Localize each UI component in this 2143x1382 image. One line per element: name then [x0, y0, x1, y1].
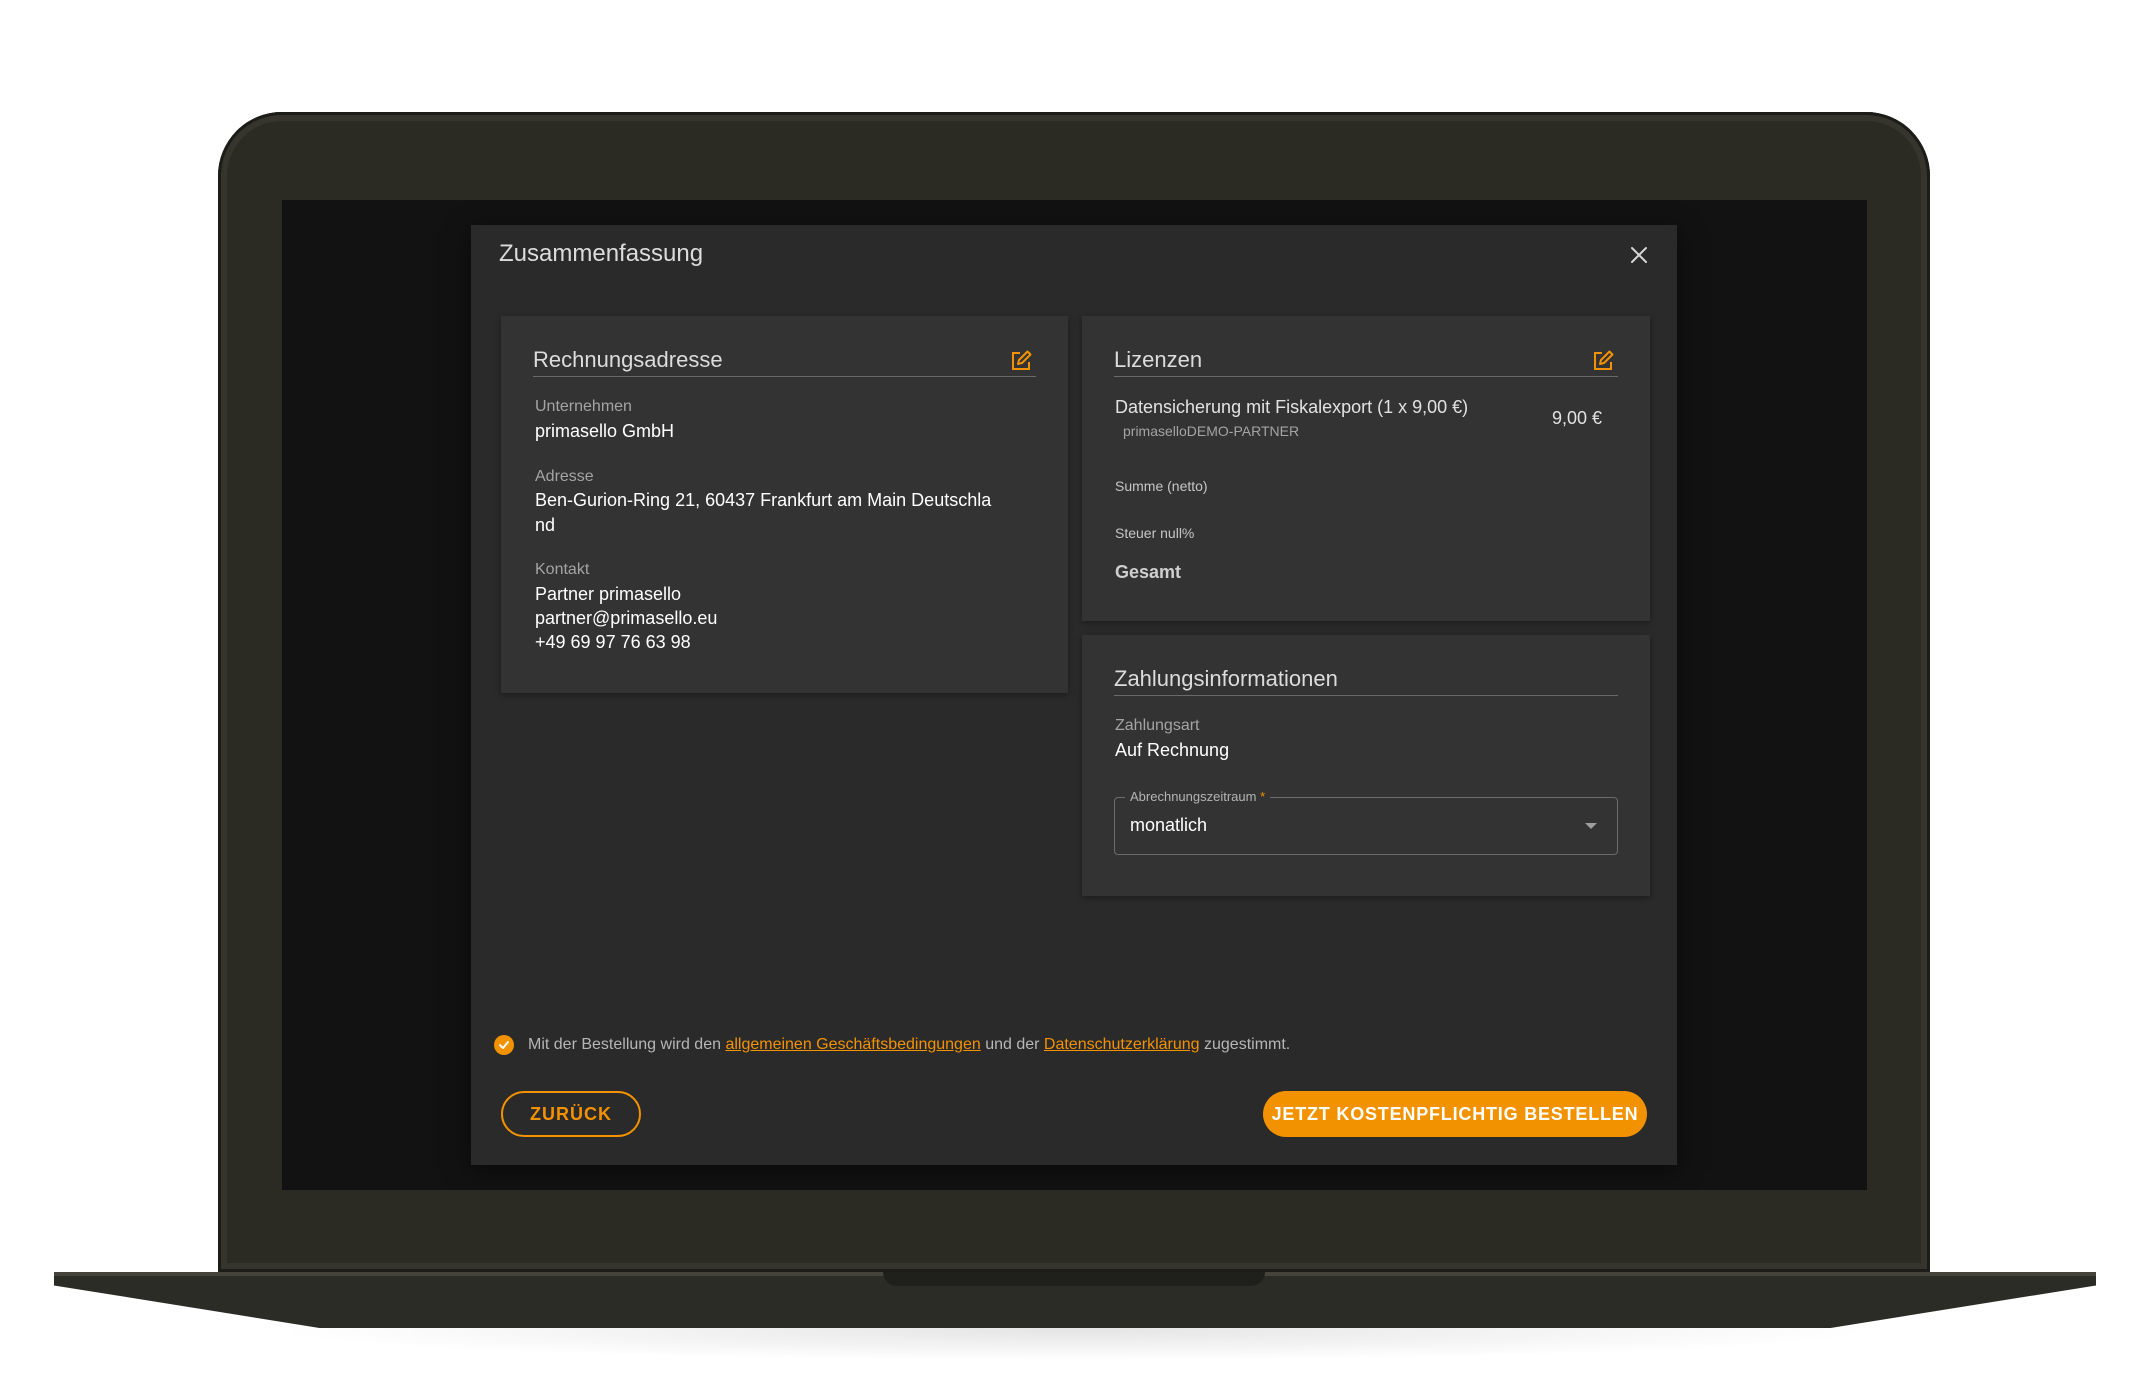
edit-icon [1594, 350, 1614, 370]
billing-card-header: Rechnungsadresse [533, 346, 1036, 377]
payment-method-value: Auf Rechnung [1115, 740, 1230, 760]
license-item-price: 9,00 € [1551, 408, 1602, 428]
company-value: primasello GmbH [535, 421, 675, 441]
license-item-sub: primaselloDEMO-PARTNER [1123, 423, 1300, 439]
terms-link[interactable]: allgemeinen Geschäftsbedingungen [725, 1036, 980, 1054]
licenses-card-title: Lizenzen [1114, 347, 1203, 372]
payment-info-card: Zahlungsinformationen Zahlungsart Auf Re… [1082, 635, 1650, 896]
billing-address-card: Rechnungsadresse Unternehmen primasello … [501, 316, 1068, 693]
laptop-screen: Zusammenfassung Rechnungsadresse Unterne… [282, 200, 1867, 1190]
billing-period-label: Abrechnungszeitraum * [1125, 788, 1271, 806]
billing-period-select[interactable]: Abrechnungszeitraum * monatlich [1114, 788, 1618, 855]
company-label: Unternehmen [535, 398, 632, 415]
summary-dialog: Zusammenfassung Rechnungsadresse Unterne… [471, 225, 1677, 1165]
close-icon [1631, 247, 1647, 263]
billing-period-value: monatlich [1130, 815, 1208, 835]
address-line-2: nd [535, 515, 556, 535]
address-label: Adresse [535, 468, 594, 485]
payment-card-title: Zahlungsinformationen [1114, 666, 1338, 691]
consent-checkbox[interactable] [494, 1035, 514, 1055]
contact-name: Partner primasello [535, 584, 682, 604]
billing-card-title: Rechnungsadresse [533, 347, 723, 372]
edit-icon [1012, 350, 1032, 370]
terms-consent: Mit der Bestellung wird den allgemeinen … [494, 1033, 1290, 1057]
check-icon [499, 1041, 509, 1049]
net-sum-label: Summe (netto) [1115, 478, 1208, 494]
edit-billing-button[interactable] [1010, 350, 1032, 372]
contact-label: Kontakt [535, 561, 590, 578]
address-line-1: Ben-Gurion-Ring 21, 60437 Frankfurt am M… [535, 490, 992, 510]
privacy-link[interactable]: Datenschutzerklärung [1044, 1036, 1200, 1054]
payment-method-label: Zahlungsart [1115, 717, 1200, 734]
laptop-notch [883, 1272, 1265, 1286]
total-label: Gesamt [1115, 562, 1182, 582]
licenses-card-header: Lizenzen [1114, 346, 1618, 377]
edit-licenses-button[interactable] [1592, 350, 1614, 372]
contact-email: partner@primasello.eu [535, 608, 718, 628]
consent-text-mid: und der [985, 1036, 1040, 1053]
dialog-title: Zusammenfassung [499, 240, 704, 267]
consent-text-pre: Mit der Bestellung wird den [528, 1036, 721, 1053]
required-asterisk: * [1260, 789, 1266, 804]
order-button[interactable]: JETZT KOSTENPFLICHTIG BESTELLEN [1263, 1091, 1647, 1137]
chevron-down-icon [1585, 823, 1597, 829]
close-button[interactable] [1627, 243, 1651, 267]
payment-card-header: Zahlungsinformationen [1114, 665, 1618, 696]
consent-text-post: zugestimmt. [1204, 1036, 1291, 1053]
license-item-name: Datensicherung mit Fiskalexport (1 x 9,0… [1115, 397, 1469, 417]
back-button[interactable]: ZURÜCK [501, 1091, 641, 1137]
licenses-card: Lizenzen Datensicherung mit Fiskalexport… [1082, 316, 1650, 621]
tax-label: Steuer null% [1115, 525, 1195, 541]
contact-phone: +49 69 97 76 63 98 [535, 632, 691, 652]
